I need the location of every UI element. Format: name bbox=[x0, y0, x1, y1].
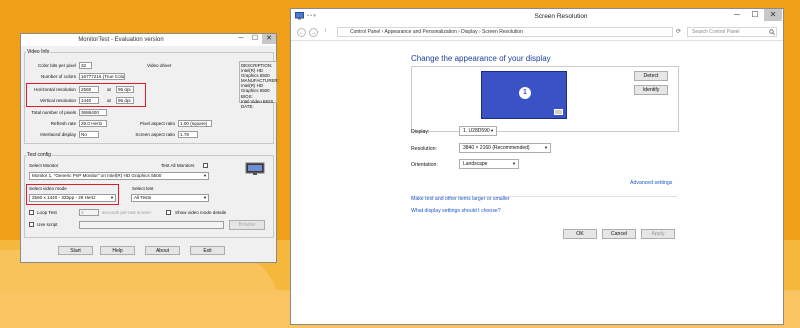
which-settings-link[interactable]: What display settings should I choose? bbox=[411, 208, 501, 214]
use-script-label: Use script bbox=[37, 222, 58, 227]
driver-line: Intel(R) HD Graphics 5500 bbox=[241, 68, 270, 79]
search-icon bbox=[769, 29, 775, 37]
cancel-button[interactable]: Cancel bbox=[602, 229, 636, 239]
select-test-label: Select test bbox=[132, 186, 154, 191]
loop-test-checkbox[interactable] bbox=[29, 210, 34, 215]
monitortest-titlebar: MonitorTest - Evaluation version ─ ☐ ✕ bbox=[21, 34, 276, 46]
cp-title: Screen Resolution bbox=[534, 13, 588, 20]
quick-access-icons: ▪ ▪ ▾ bbox=[307, 13, 316, 19]
forward-arrow-icon[interactable]: → bbox=[309, 28, 318, 37]
cp-titlebar: ▪ ▪ ▾ Screen Resolution ─ ☐ ✕ bbox=[291, 9, 783, 25]
chevron-down-icon: ▼ bbox=[544, 145, 548, 150]
pixel-aspect-label: Pixel aspect ratio bbox=[140, 121, 175, 126]
start-button[interactable]: Start bbox=[58, 246, 93, 255]
show-details-label: Show video mode details bbox=[175, 210, 227, 215]
display-select-value: 1. U28D590 bbox=[463, 128, 490, 134]
resolution-select-value: 3840 × 2160 (Recommended) bbox=[463, 145, 530, 151]
exit-button[interactable]: Exit bbox=[190, 246, 225, 255]
total-pixels-field: 3686400 bbox=[79, 109, 107, 116]
test-all-monitors-label: Test All Monitors bbox=[161, 163, 195, 168]
close-button[interactable]: ✕ bbox=[262, 34, 276, 44]
script-path-field[interactable] bbox=[79, 221, 224, 229]
screen-aspect-field: 1.78 bbox=[178, 131, 198, 138]
minimize-button[interactable]: ─ bbox=[728, 9, 746, 21]
close-button[interactable]: ✕ bbox=[764, 9, 782, 21]
video-driver-info: DESCRIPTION: Intel(R) HD Graphics 5500 M… bbox=[239, 61, 279, 109]
use-script-checkbox[interactable] bbox=[29, 222, 34, 227]
select-monitor-label: Select Monitor bbox=[29, 163, 59, 168]
num-colors-label: Number of colors bbox=[41, 74, 76, 79]
advanced-settings-link[interactable]: Advanced settings bbox=[630, 180, 672, 186]
test-all-monitors-checkbox[interactable] bbox=[203, 163, 208, 168]
orientation-label: Orientation: bbox=[411, 162, 438, 168]
chevron-down-icon: ▼ bbox=[490, 128, 494, 133]
browse-button[interactable]: Browse bbox=[229, 220, 265, 230]
orientation-select[interactable]: Landscape ▼ bbox=[459, 159, 519, 169]
color-bits-label: Color bits per pixel bbox=[37, 63, 76, 68]
display-select[interactable]: 1. U28D590 ▼ bbox=[459, 126, 497, 136]
page-title: Change the appearance of your display bbox=[411, 54, 551, 63]
monitor-number: 1 bbox=[519, 87, 531, 99]
search-input[interactable]: Search Control Panel bbox=[687, 27, 777, 37]
video-driver-label: Video driver bbox=[147, 63, 172, 68]
display-preview: 1 Detect Identify bbox=[411, 66, 679, 132]
window-icon bbox=[295, 12, 304, 20]
total-pixels-label: Total number of pixels bbox=[31, 110, 76, 115]
driver-line: Intel Video BIOS bbox=[241, 98, 274, 104]
resolution-select[interactable]: 3840 × 2160 (Recommended) ▼ bbox=[459, 143, 551, 153]
video-mode-highlight-box bbox=[26, 184, 119, 205]
identify-button[interactable]: Identify bbox=[634, 85, 668, 95]
resolution-highlight-box bbox=[26, 83, 146, 107]
monitor-select-value: Monitor 1, "Generic PnP Monitor" on Inte… bbox=[32, 173, 162, 178]
test-select[interactable]: All Tests ▼ bbox=[131, 194, 209, 202]
help-button[interactable]: Help bbox=[100, 246, 135, 255]
chevron-down-icon: ▼ bbox=[512, 161, 516, 166]
test-select-value: All Tests bbox=[134, 195, 152, 200]
minimize-button[interactable]: ─ bbox=[234, 34, 248, 44]
screen-resolution-window: ▪ ▪ ▾ Screen Resolution ─ ☐ ✕ ← → ↑ Cont… bbox=[290, 8, 784, 325]
driver-line: Intel(R) HD Graphics 5500 bbox=[241, 83, 270, 94]
refresh-rate-label: Refresh rate bbox=[50, 121, 76, 126]
orientation-select-value: Landscape bbox=[463, 161, 488, 167]
show-details-checkbox[interactable] bbox=[166, 210, 171, 215]
resolution-label: Resolution: bbox=[411, 146, 437, 152]
screen-aspect-label: Screen aspect ratio bbox=[135, 132, 175, 137]
monitor-icon bbox=[245, 162, 265, 176]
loop-seconds-suffix: seconds per test screen bbox=[102, 210, 151, 215]
monitortest-title: MonitorTest - Evaluation version bbox=[78, 37, 164, 43]
about-button[interactable]: About bbox=[145, 246, 180, 255]
ok-button[interactable]: OK bbox=[563, 229, 597, 239]
test-config-label: Test config bbox=[26, 152, 52, 158]
interlaced-label: Interlaced display bbox=[40, 132, 76, 137]
breadcrumb: Control Panel › Appearance and Personali… bbox=[350, 29, 523, 35]
video-info-label: Video Info bbox=[26, 49, 51, 55]
color-bits-field: 32 bbox=[79, 62, 92, 69]
monitor-thumbnail[interactable]: 1 bbox=[481, 71, 567, 119]
detect-button[interactable]: Detect bbox=[634, 71, 668, 81]
text-size-link[interactable]: Make text and other items larger or smal… bbox=[411, 196, 510, 202]
chevron-down-icon: ▼ bbox=[203, 195, 207, 200]
monitor-select[interactable]: Monitor 1, "Generic PnP Monitor" on Inte… bbox=[29, 172, 209, 180]
refresh-icon[interactable]: ⟳ bbox=[676, 28, 681, 35]
interlaced-field: No bbox=[79, 131, 99, 138]
driver-line: DATE: bbox=[241, 103, 254, 109]
refresh-rate-field: 29.0 Hertz bbox=[79, 120, 107, 127]
maximize-button[interactable]: ☐ bbox=[746, 9, 764, 21]
loop-test-label: Loop Test bbox=[37, 210, 57, 215]
loop-seconds-field[interactable]: 3 bbox=[79, 209, 99, 216]
navigation-bar: ← → ↑ Control Panel › Appearance and Per… bbox=[291, 25, 783, 41]
taskbar-icon bbox=[554, 109, 563, 115]
apply-button[interactable]: Apply bbox=[641, 229, 675, 239]
display-label: Display: bbox=[411, 129, 430, 135]
back-arrow-icon[interactable]: ← bbox=[297, 28, 306, 37]
pixel-aspect-field: 1.00 (square) bbox=[178, 120, 212, 127]
chevron-down-icon: ▼ bbox=[203, 173, 207, 178]
maximize-button[interactable]: ☐ bbox=[248, 34, 262, 44]
up-arrow-icon[interactable]: ↑ bbox=[324, 28, 327, 34]
address-bar[interactable]: Control Panel › Appearance and Personali… bbox=[337, 27, 673, 37]
num-colors-field: 16777216 (True Color) bbox=[79, 73, 125, 80]
